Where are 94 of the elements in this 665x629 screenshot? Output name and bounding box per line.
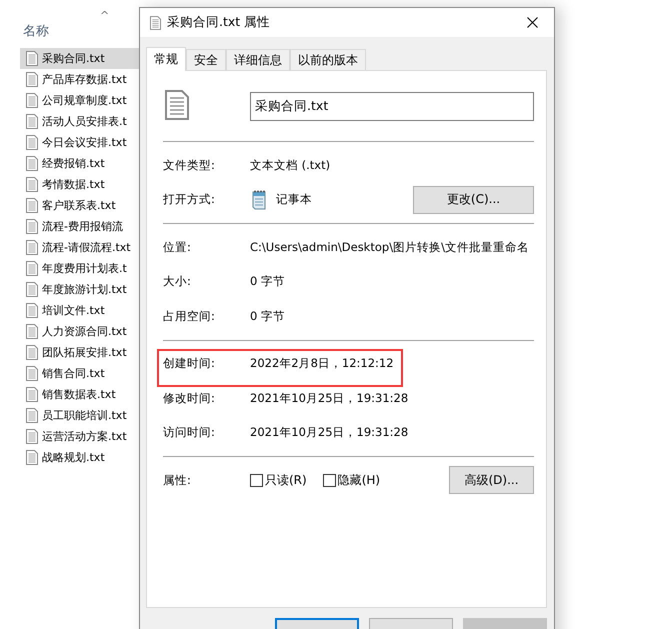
file-icon bbox=[26, 198, 38, 213]
property-value: C:\Users\admin\Desktop\图片转换\文件批量重命名 bbox=[250, 240, 529, 255]
file-name: 客户联系表.txt bbox=[42, 198, 116, 213]
file-item[interactable]: 考情数据.txt bbox=[20, 174, 158, 195]
checkbox[interactable]: 只读(R) bbox=[250, 472, 307, 489]
file-icon bbox=[26, 261, 38, 276]
property-value: 0 字节 bbox=[250, 308, 285, 324]
property-label: 属性: bbox=[163, 472, 192, 488]
file-icon bbox=[26, 51, 38, 66]
file-icon bbox=[26, 177, 38, 192]
file-name: 产品库存数据.txt bbox=[42, 72, 127, 87]
file-icon bbox=[26, 135, 38, 150]
file-item[interactable]: 运营活动方案.txt bbox=[20, 426, 158, 447]
file-item[interactable]: 员工职能培训.txt bbox=[20, 405, 158, 426]
tab[interactable]: 常规 bbox=[146, 47, 186, 71]
file-icon bbox=[26, 303, 38, 318]
notepad-icon bbox=[250, 188, 268, 211]
file-name: 团队拓展安排.txt bbox=[42, 345, 127, 360]
property-label: 文件类型: bbox=[163, 158, 216, 173]
property-label: 占用空间: bbox=[163, 308, 216, 324]
file-item[interactable]: 流程-请假流程.txt bbox=[20, 237, 158, 258]
file-item[interactable]: 客户联系表.txt bbox=[20, 195, 158, 216]
column-header[interactable]: 名称 bbox=[20, 22, 49, 48]
property-value: 2021年10月25日，19:31:28 bbox=[250, 425, 408, 440]
property-label: 位置: bbox=[163, 240, 192, 255]
file-icon bbox=[26, 324, 38, 339]
file-item[interactable]: 今日会议安排.txt bbox=[20, 132, 158, 153]
file-name: 采购合同.txt bbox=[42, 51, 105, 66]
file-item[interactable]: 人力资源合同.txt bbox=[20, 321, 158, 342]
file-icon bbox=[26, 366, 38, 381]
file-item[interactable]: 产品库存数据.txt bbox=[20, 69, 158, 90]
file-icon bbox=[26, 345, 38, 360]
file-icon bbox=[26, 156, 38, 171]
property-value: 文本文档 (.txt) bbox=[250, 158, 330, 173]
file-name: 人力资源合同.txt bbox=[42, 324, 127, 339]
file-name: 公司规章制度.txt bbox=[42, 93, 127, 108]
checkbox-label: 只读(R) bbox=[265, 472, 307, 489]
file-name: 流程-费用报销流 bbox=[42, 219, 123, 234]
property-label: 大小: bbox=[163, 274, 192, 290]
file-item[interactable]: 流程-费用报销流 bbox=[20, 216, 158, 237]
change-button[interactable]: 更改(C)... bbox=[413, 186, 534, 214]
property-value: 2022年2月8日，12:12:12 bbox=[250, 356, 394, 372]
file-name: 经费报销.txt bbox=[42, 156, 105, 171]
file-name: 活动人员安排表.t bbox=[42, 114, 127, 129]
file-name: 销售合同.txt bbox=[42, 366, 105, 381]
file-name: 培训文件.txt bbox=[42, 303, 105, 318]
tab[interactable]: 详细信息 bbox=[226, 49, 290, 70]
file-name: 运营活动方案.txt bbox=[42, 429, 127, 444]
property-label: 访问时间: bbox=[163, 425, 216, 440]
property-value: 0 字节 bbox=[250, 274, 285, 290]
file-item[interactable]: 战略规划.txt bbox=[20, 447, 158, 468]
file-icon bbox=[26, 429, 38, 444]
file-item[interactable]: 年度费用计划表.t bbox=[20, 258, 158, 279]
checkbox[interactable]: 隐藏(H) bbox=[322, 472, 380, 489]
advanced-button[interactable]: 高级(D)... bbox=[449, 466, 534, 494]
file-item[interactable]: 团队拓展安排.txt bbox=[20, 342, 158, 363]
file-item[interactable]: 活动人员安排表.t bbox=[20, 111, 158, 132]
property-value: 2021年10月25日，19:31:28 bbox=[250, 390, 408, 406]
file-name: 战略规划.txt bbox=[42, 450, 105, 465]
tab[interactable]: 安全 bbox=[186, 49, 226, 70]
file-name: 员工职能培训.txt bbox=[42, 408, 127, 423]
window-title: 采购合同.txt 属性 bbox=[167, 14, 272, 31]
file-item[interactable]: 年度旅游计划.txt bbox=[20, 279, 158, 300]
file-name: 年度旅游计划.txt bbox=[42, 282, 127, 297]
checkbox-label: 隐藏(H) bbox=[338, 472, 380, 489]
file-icon bbox=[26, 387, 38, 402]
property-label: 创建时间: bbox=[163, 356, 216, 372]
file-name-field[interactable]: 采购合同.txt bbox=[250, 92, 534, 120]
file-name: 销售数据表.txt bbox=[42, 387, 116, 402]
file-icon bbox=[26, 408, 38, 423]
property-value: 记事本 bbox=[276, 192, 312, 208]
file-icon bbox=[26, 72, 38, 87]
property-label: 修改时间: bbox=[163, 390, 216, 406]
file-icon bbox=[26, 240, 38, 255]
file-name: 流程-请假流程.txt bbox=[42, 240, 131, 255]
tab[interactable]: 以前的版本 bbox=[290, 49, 366, 70]
file-icon bbox=[26, 282, 38, 297]
document-icon bbox=[150, 16, 161, 30]
property-label: 打开方式: bbox=[163, 192, 216, 208]
file-icon bbox=[26, 114, 38, 129]
file-item[interactable]: 销售数据表.txt bbox=[20, 384, 158, 405]
file-name: 今日会议安排.txt bbox=[42, 135, 127, 150]
file-icon bbox=[26, 93, 38, 108]
file-item[interactable]: 经费报销.txt bbox=[20, 153, 158, 174]
sort-indicator: ^ bbox=[100, 9, 110, 22]
file-item[interactable]: 培训文件.txt bbox=[20, 300, 158, 321]
file-item[interactable]: 销售合同.txt bbox=[20, 363, 158, 384]
file-name: 考情数据.txt bbox=[42, 177, 105, 192]
close-icon bbox=[526, 17, 538, 28]
file-item[interactable]: 公司规章制度.txt bbox=[20, 90, 158, 111]
file-name: 年度费用计划表.t bbox=[42, 261, 127, 276]
document-icon bbox=[165, 90, 189, 120]
file-icon bbox=[26, 219, 38, 234]
file-icon bbox=[26, 450, 38, 465]
